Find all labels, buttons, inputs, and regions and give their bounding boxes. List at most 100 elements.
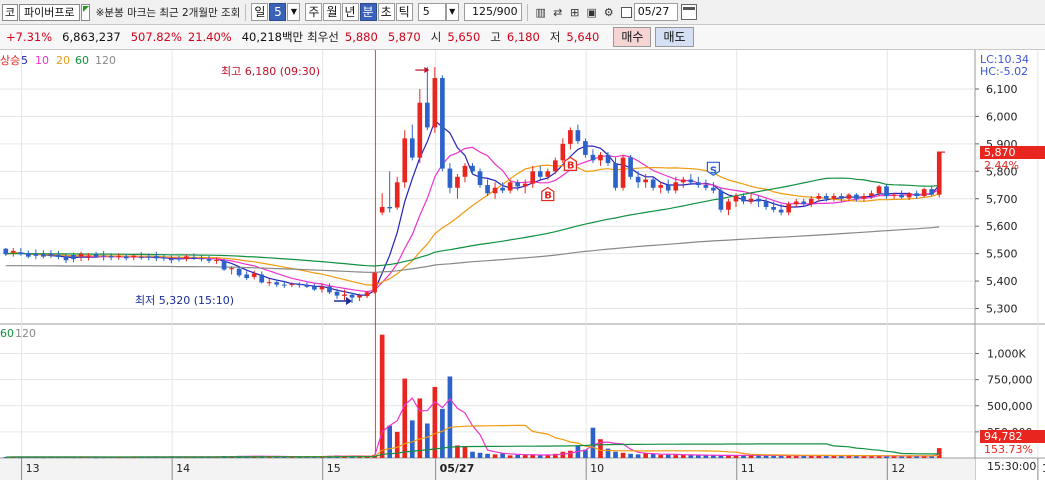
count-field[interactable]: 125/900 xyxy=(463,3,522,21)
volume-bar xyxy=(477,452,483,458)
buy-button[interactable]: 매수 xyxy=(613,27,652,47)
volume-bar xyxy=(440,408,445,458)
candle-body xyxy=(259,274,265,283)
quote-bar: +7.31% 6,863,237 507.82% 21.40% 40,218백만… xyxy=(0,25,1045,50)
candle-body xyxy=(552,160,558,172)
candle-body xyxy=(334,291,340,296)
calendar-icon[interactable] xyxy=(680,4,697,20)
candle-body xyxy=(101,255,106,257)
candle-body xyxy=(153,256,159,259)
candle-body xyxy=(176,258,182,260)
volume-ratio: 507.82% xyxy=(130,30,182,44)
candle-body xyxy=(605,154,611,164)
candle-body xyxy=(899,194,904,198)
tick-value-field[interactable]: 5 xyxy=(417,3,446,21)
candle-body xyxy=(846,194,852,199)
current-volume-label: 94,782 xyxy=(984,430,1023,443)
time-axis-label: 11 xyxy=(741,462,755,475)
candle-body xyxy=(146,256,152,258)
price-tick-label: 6,000 xyxy=(986,110,1018,123)
candle-body xyxy=(26,253,31,257)
volume-bar xyxy=(688,455,694,458)
candle-body xyxy=(643,179,648,183)
volume-bar xyxy=(394,431,400,458)
candle-body xyxy=(620,157,626,188)
candle-body xyxy=(86,255,91,257)
save-icon[interactable]: ▣ xyxy=(584,3,600,21)
stock-name-field[interactable]: 파이버프로 xyxy=(19,3,80,21)
date-field[interactable]: 05/27 xyxy=(633,3,678,21)
best-ask-label: 최우선 xyxy=(307,30,339,44)
volume-bar xyxy=(613,451,618,458)
candle-body xyxy=(650,179,656,188)
volume-bar xyxy=(620,452,626,458)
signal-marker-label: B xyxy=(567,160,575,171)
volume-bar xyxy=(673,455,679,458)
chart-toolbar: 코 파이버프로 ※분봉 마크는 최근 2개월만 조회 일 5 ▼ 주 월 년 분… xyxy=(0,0,1045,25)
period-month-button[interactable]: 월 xyxy=(323,3,341,21)
candle-body xyxy=(319,286,325,290)
candle-body xyxy=(545,171,551,177)
volume-bar xyxy=(658,454,664,458)
last-time-label: 15:30:00 xyxy=(987,460,1036,473)
candle-body xyxy=(364,292,370,297)
candle-body xyxy=(191,257,197,259)
tick-dropdown-icon[interactable]: ▼ xyxy=(445,3,459,21)
candle-body xyxy=(312,286,317,290)
candle-body xyxy=(741,196,746,202)
candle-body xyxy=(131,255,137,258)
volume-bar xyxy=(650,454,656,458)
candle-body xyxy=(906,193,912,198)
date-checkbox[interactable] xyxy=(620,6,632,18)
chart-type-icon[interactable]: ▥ xyxy=(533,3,549,21)
change-pct: +7.31% xyxy=(6,30,53,44)
time-axis-label: 05/27 xyxy=(440,462,475,475)
volume-bar xyxy=(515,454,521,458)
period-dropdown-icon[interactable]: ▼ xyxy=(287,3,301,21)
volume-bar xyxy=(711,455,716,458)
volume-bar xyxy=(590,427,596,458)
period-day-button[interactable]: 일 xyxy=(251,3,269,21)
zoom-icon[interactable]: ⊞ xyxy=(567,3,583,21)
volume-bar xyxy=(635,454,641,458)
candle-body xyxy=(861,196,867,199)
trade-amount: 40,218백만 xyxy=(241,30,304,44)
gear-icon[interactable]: ⚙ xyxy=(601,3,617,21)
candle-body xyxy=(756,198,761,202)
price-tick-label: 5,400 xyxy=(986,275,1018,288)
candle-body xyxy=(869,193,874,197)
candle-body xyxy=(214,259,219,261)
open-value: 5,650 xyxy=(447,30,481,44)
candle-body xyxy=(914,193,919,197)
market-prefix[interactable]: 코 xyxy=(2,3,18,21)
price-chart[interactable]: 6,1006,0005,9005,8005,7005,6005,5005,400… xyxy=(0,50,1045,480)
candle-body xyxy=(470,165,475,172)
volume-tick-label: 500,000 xyxy=(987,400,1033,413)
candle-body xyxy=(635,176,641,183)
candle-body xyxy=(108,256,114,258)
period-second-button[interactable]: 초 xyxy=(377,3,395,21)
x-axis-strip xyxy=(0,459,975,480)
volume-bar xyxy=(409,420,415,458)
period-tick-button[interactable]: 틱 xyxy=(395,3,413,21)
candle-body xyxy=(823,196,829,199)
period-n-button[interactable]: 5 xyxy=(269,3,287,21)
candle-body xyxy=(236,268,242,276)
candle-body xyxy=(718,190,724,210)
candle-body xyxy=(696,182,701,186)
sell-button[interactable]: 매도 xyxy=(655,27,694,47)
candle-body xyxy=(3,248,9,255)
period-minute-button[interactable]: 분 xyxy=(359,3,377,21)
period-year-button[interactable]: 년 xyxy=(341,3,359,21)
candle-body xyxy=(763,201,769,207)
candle-body xyxy=(748,198,754,202)
period-week-button[interactable]: 주 xyxy=(305,3,323,21)
candle-body xyxy=(831,196,837,199)
candle-body xyxy=(71,254,76,260)
candle-body xyxy=(711,187,716,191)
candle-body xyxy=(417,102,423,158)
flag-icon[interactable] xyxy=(80,3,90,21)
high-label: 고 xyxy=(490,30,501,44)
candle-body xyxy=(462,165,468,177)
compare-icon[interactable]: ⇄ xyxy=(550,3,566,21)
